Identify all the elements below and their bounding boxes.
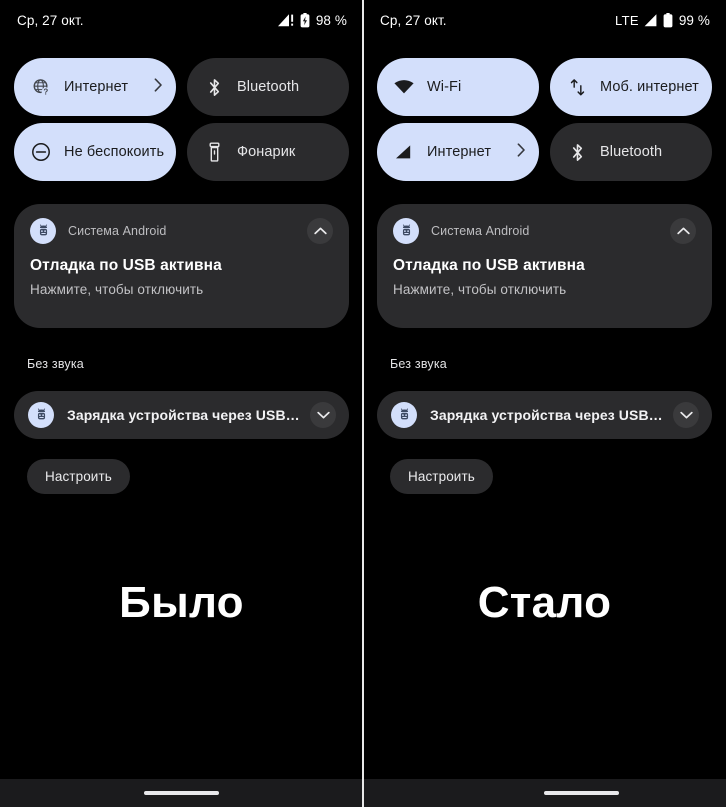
tile-label: Интернет xyxy=(64,79,129,95)
charging-notification-text: Зарядка устройства через USB… xyxy=(67,407,300,423)
status-icons: 98 % xyxy=(273,12,347,28)
chevron-down-icon[interactable] xyxy=(310,402,336,428)
notification-charging-usb[interactable]: Зарядка устройства через USB… xyxy=(377,391,712,439)
mobile-data-icon xyxy=(567,77,587,97)
tile-label: Моб. интернет xyxy=(600,79,699,95)
globe-question-icon: ? xyxy=(31,77,51,97)
usb-android-icon xyxy=(391,402,417,428)
chevron-right-icon[interactable] xyxy=(154,77,163,97)
tile-internet[interactable]: Интернет xyxy=(377,123,539,181)
notification-title: Отладка по USB активна xyxy=(393,257,585,274)
battery-percent-label: 98 % xyxy=(315,12,347,28)
quick-settings-tiles: ? Интернет Bluetooth Не беспокоить Фонар… xyxy=(14,58,349,181)
panel-caption-after: Стало xyxy=(477,578,612,627)
tile-mobile-data[interactable]: Моб. интернет xyxy=(550,58,712,116)
status-date: Ср, 27 окт. xyxy=(380,12,447,28)
battery-charging-icon xyxy=(300,12,310,28)
notification-header: Система Android xyxy=(393,217,696,245)
flashlight-icon xyxy=(204,142,224,162)
notification-charging-usb[interactable]: Зарядка устройства через USB… xyxy=(14,391,349,439)
battery-full-icon xyxy=(663,12,673,28)
notification-card-usb-debug[interactable]: Система Android Отладка по USB активна Н… xyxy=(14,204,349,328)
configure-button[interactable]: Настроить xyxy=(390,459,493,494)
tile-bluetooth[interactable]: Bluetooth xyxy=(187,58,349,116)
chevron-down-icon[interactable] xyxy=(673,402,699,428)
tile-label: Интернет xyxy=(427,144,492,160)
quick-settings-tiles: Wi-Fi Моб. интернет Интернет Bluetooth xyxy=(377,58,712,181)
usb-android-icon xyxy=(28,402,54,428)
tile-bluetooth[interactable]: Bluetooth xyxy=(550,123,712,181)
wifi-icon xyxy=(394,77,414,97)
bluetooth-icon xyxy=(567,142,587,162)
tile-do-not-disturb[interactable]: Не беспокоить xyxy=(14,123,176,181)
chevron-up-icon[interactable] xyxy=(307,218,333,244)
comparison-stage: Ср, 27 окт. 98 % ? Интернет Bluetooth Не… xyxy=(0,0,726,807)
tile-label: Фонарик xyxy=(237,144,296,160)
tile-label: Wi-Fi xyxy=(427,79,462,95)
signal-bars-icon xyxy=(394,142,414,162)
notification-card-usb-debug[interactable]: Система Android Отладка по USB активна Н… xyxy=(377,204,712,328)
configure-button[interactable]: Настроить xyxy=(27,459,130,494)
battery-percent-label: 99 % xyxy=(678,12,710,28)
bluetooth-icon xyxy=(204,77,224,97)
silent-section-label: Без звука xyxy=(27,357,84,371)
svg-text:?: ? xyxy=(43,87,48,96)
do-not-disturb-icon xyxy=(31,142,51,162)
charging-notification-text: Зарядка устройства через USB… xyxy=(430,407,663,423)
status-icons: LTE 99 % xyxy=(615,12,710,28)
notification-app-name: Система Android xyxy=(431,224,530,238)
notification-subtitle: Нажмите, чтобы отключить xyxy=(30,282,204,297)
tile-flashlight[interactable]: Фонарик xyxy=(187,123,349,181)
tile-label: Bluetooth xyxy=(600,144,663,160)
panel-after: Ср, 27 окт. LTE 99 % Wi-Fi Моб. интернет… xyxy=(363,0,726,807)
status-bar: Ср, 27 окт. 98 % xyxy=(0,0,363,40)
usb-android-icon xyxy=(30,218,56,244)
panel-caption-before: Было xyxy=(119,578,244,627)
tile-wifi[interactable]: Wi-Fi xyxy=(377,58,539,116)
tile-label: Bluetooth xyxy=(237,79,300,95)
notification-subtitle: Нажмите, чтобы отключить xyxy=(393,282,567,297)
home-indicator[interactable] xyxy=(544,791,619,795)
signal-bars-icon xyxy=(644,13,658,27)
panel-divider xyxy=(362,0,364,807)
network-type-label: LTE xyxy=(615,12,639,28)
status-bar: Ср, 27 окт. LTE 99 % xyxy=(363,0,726,40)
chevron-right-icon[interactable] xyxy=(517,142,526,162)
usb-android-icon xyxy=(393,218,419,244)
panel-before: Ср, 27 окт. 98 % ? Интернет Bluetooth Не… xyxy=(0,0,363,807)
notification-title: Отладка по USB активна xyxy=(30,257,222,274)
tile-label: Не беспокоить xyxy=(64,144,165,160)
signal-warning-icon xyxy=(277,13,295,27)
home-indicator[interactable] xyxy=(144,791,219,795)
tile-internet[interactable]: ? Интернет xyxy=(14,58,176,116)
notification-app-name: Система Android xyxy=(68,224,167,238)
chevron-up-icon[interactable] xyxy=(670,218,696,244)
silent-section-label: Без звука xyxy=(390,357,447,371)
notification-header: Система Android xyxy=(30,217,333,245)
status-date: Ср, 27 окт. xyxy=(17,12,84,28)
